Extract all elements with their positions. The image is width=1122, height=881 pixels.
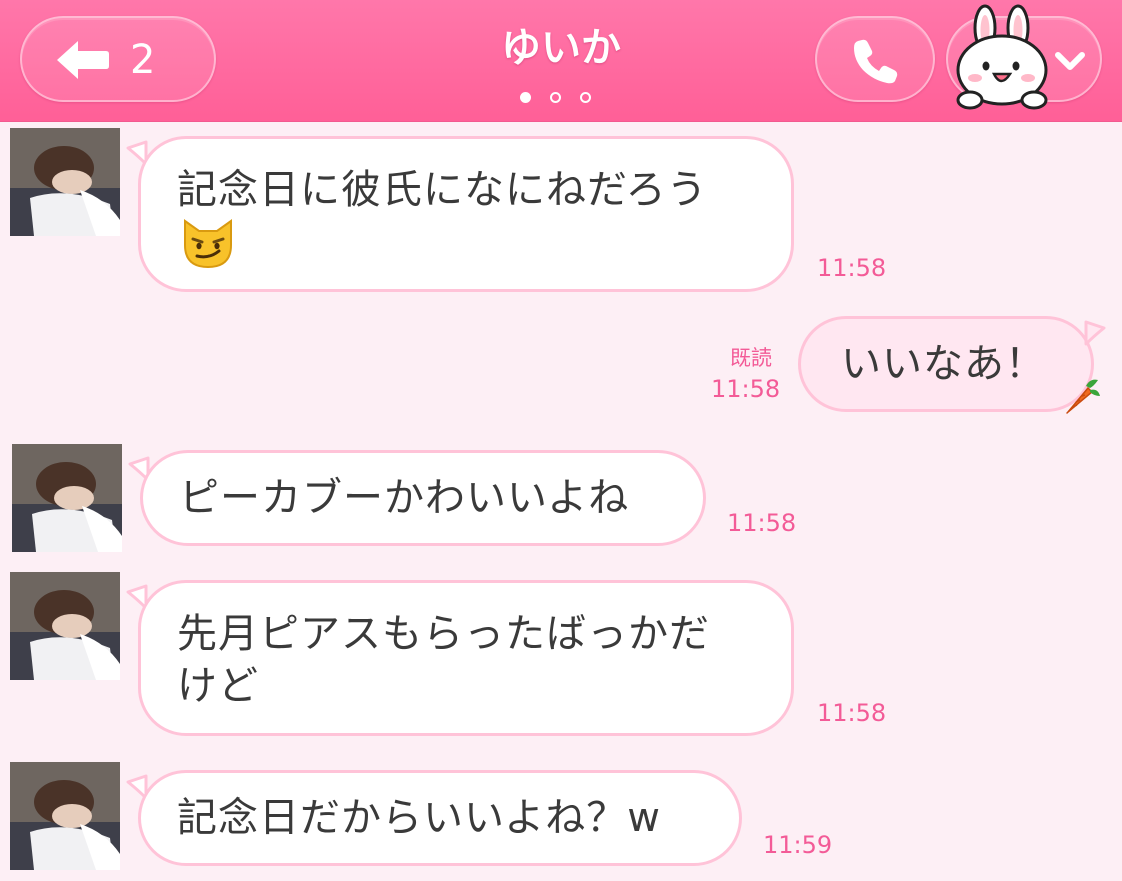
message-bubble[interactable]: 記念日に彼氏になにねだろう xyxy=(138,136,794,292)
message-time: 11:58 xyxy=(711,375,781,403)
phone-icon xyxy=(854,39,898,84)
call-button[interactable] xyxy=(815,16,935,102)
contact-avatar[interactable] xyxy=(10,572,120,680)
message-text: いいなあ！ xyxy=(841,341,1046,387)
contact-avatar[interactable] xyxy=(12,444,122,552)
bunny-character-icon xyxy=(956,4,1048,110)
message-text-line-2: けど xyxy=(177,663,259,709)
read-receipt: 既読 xyxy=(730,346,772,370)
message-text: 記念日だからいいよね？w xyxy=(177,795,661,841)
avatar-photo xyxy=(12,444,122,552)
avatar-photo xyxy=(10,572,120,680)
avatar-photo xyxy=(10,128,120,236)
message-text: 記念日に彼氏になにねだろう xyxy=(177,167,708,213)
contact-avatar[interactable] xyxy=(10,128,120,236)
message-time: 11:58 xyxy=(817,699,887,727)
message-text: ピーカブーかわいいよね xyxy=(179,475,630,521)
contact-avatar[interactable] xyxy=(10,762,120,870)
chat-header: 2 ゆいか xyxy=(0,0,1122,122)
page-dot-2 xyxy=(550,92,561,103)
chevron-down-icon xyxy=(1055,52,1085,70)
carrot-emoji xyxy=(1066,379,1100,414)
my-message-bubble[interactable]: いいなあ！ xyxy=(798,316,1094,412)
avatar-photo xyxy=(10,762,120,870)
page-dot-3 xyxy=(580,92,591,103)
smirking-cat-emoji xyxy=(184,219,232,269)
message-text-line-1: 先月ピアスもらったばっかだ xyxy=(177,611,710,657)
page-dot-1 xyxy=(520,92,531,103)
message-time: 11:58 xyxy=(817,254,887,282)
message-bubble[interactable]: ピーカブーかわいいよね xyxy=(140,450,706,546)
message-bubble[interactable]: 先月ピアスもらったばっかだ けど xyxy=(138,580,794,736)
page-indicator xyxy=(514,92,614,106)
message-time: 11:59 xyxy=(763,831,833,859)
message-bubble[interactable]: 記念日だからいいよね？w xyxy=(138,770,742,866)
message-time: 11:58 xyxy=(727,509,797,537)
bubble-tail xyxy=(1084,320,1106,346)
